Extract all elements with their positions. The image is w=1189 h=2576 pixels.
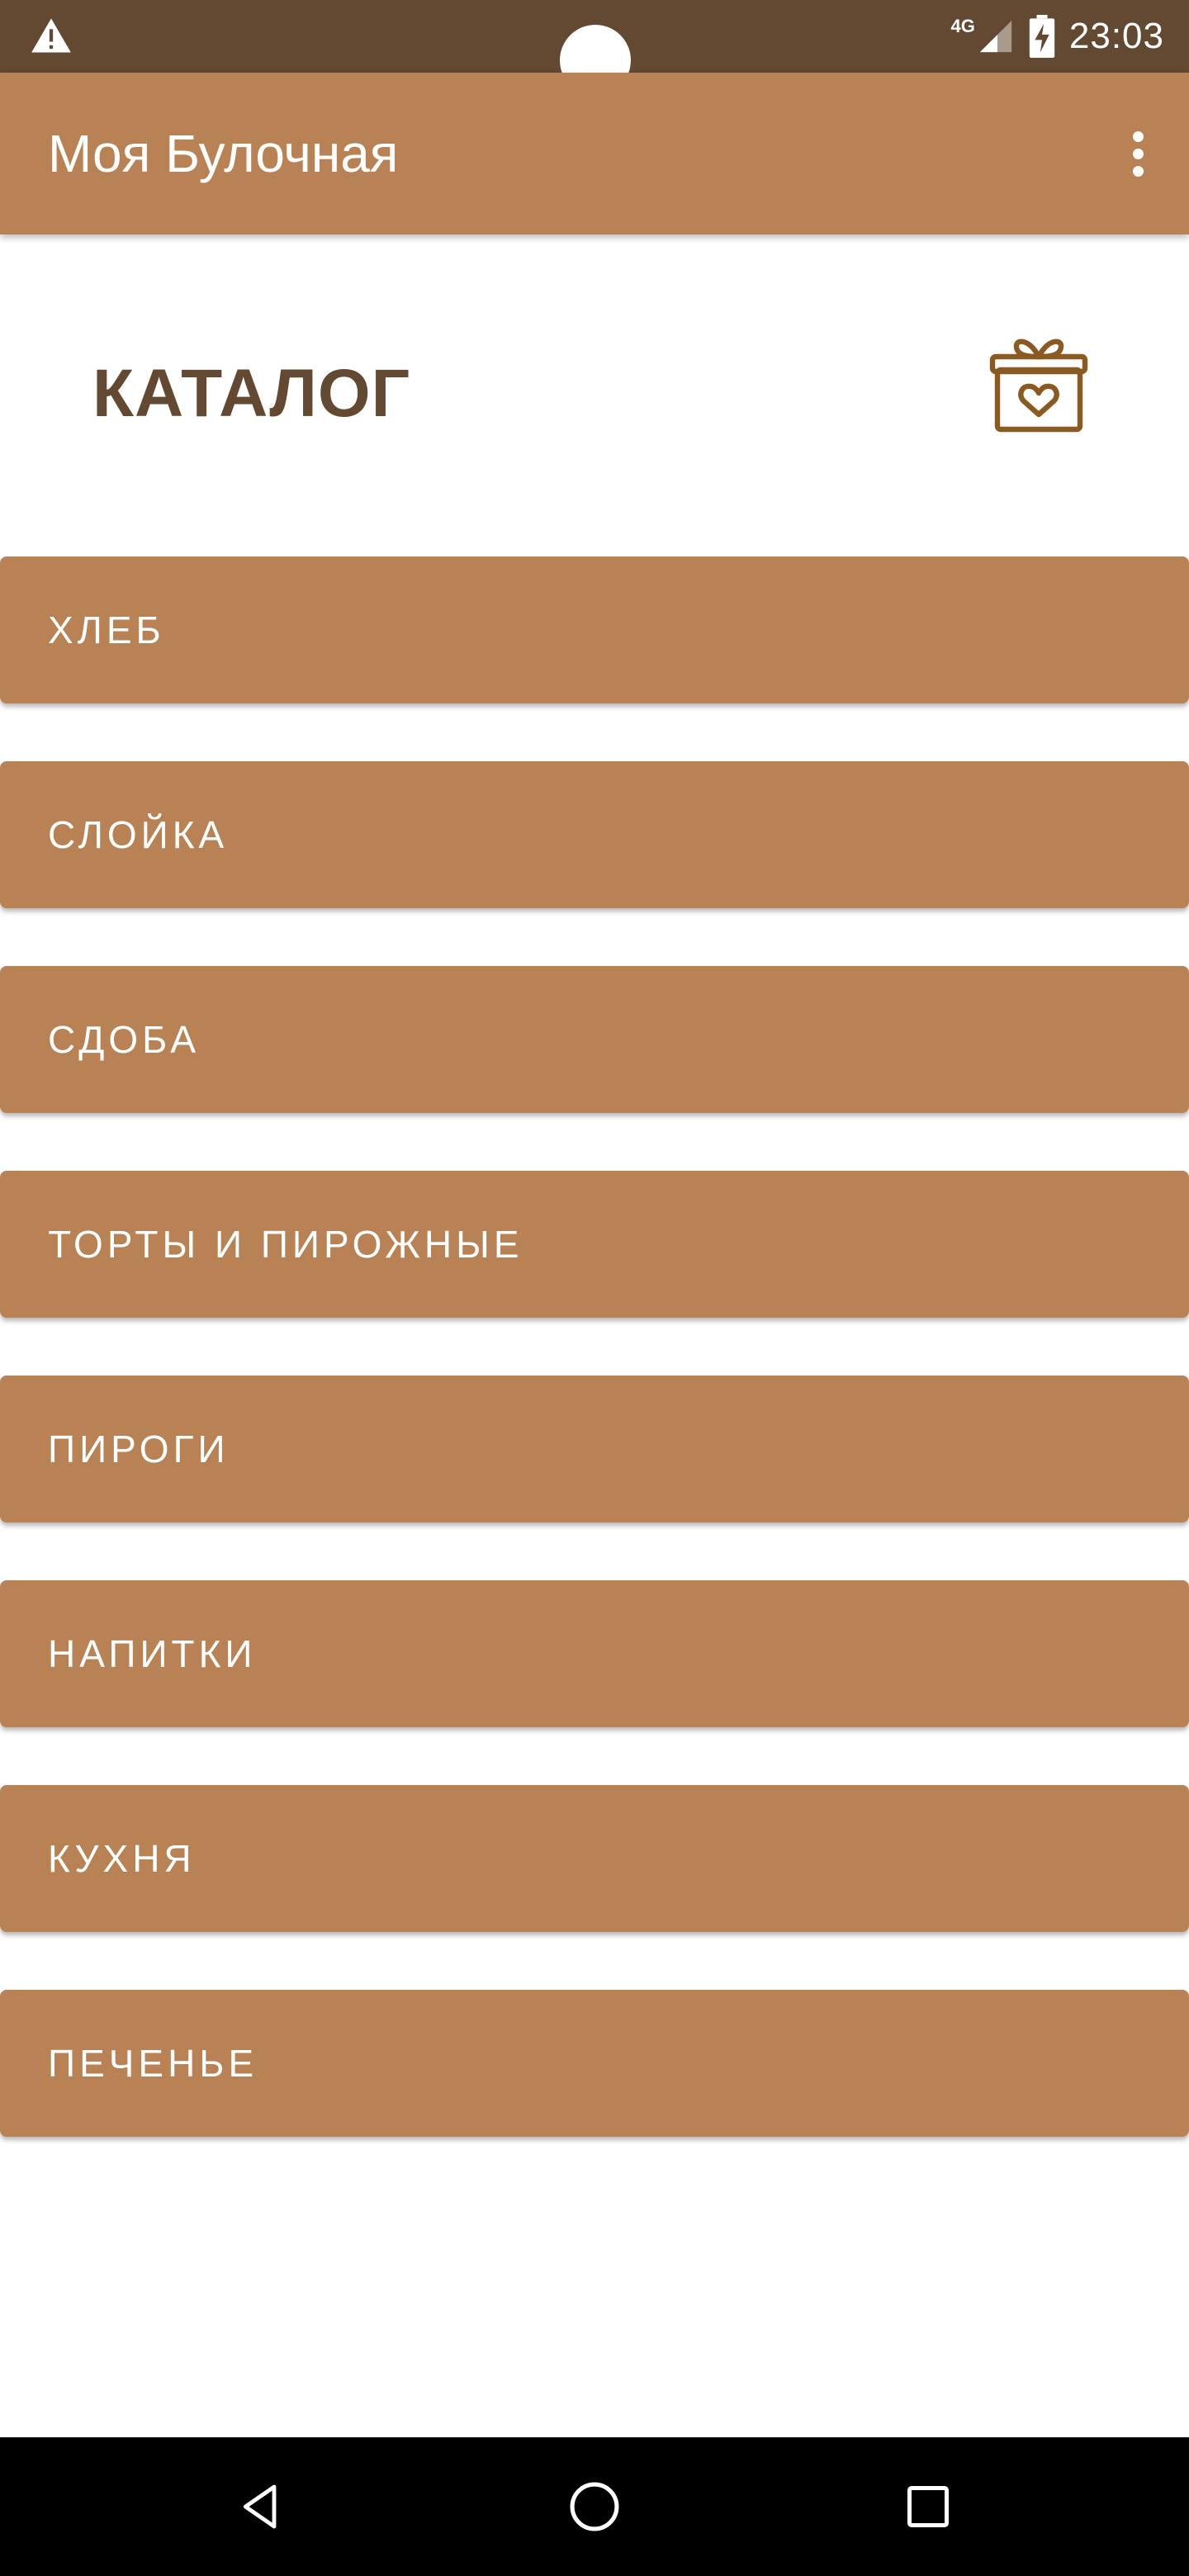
app-title: Моя Булочная <box>48 124 399 183</box>
category-label: ПЕЧЕНЬЕ <box>48 2042 258 2085</box>
navigation-bar <box>0 2437 1189 2576</box>
category-label: ХЛЕБ <box>48 608 165 651</box>
category-button-cakes[interactable]: ТОРТЫ И ПИРОЖНЫЕ <box>0 1171 1189 1318</box>
category-button-puff[interactable]: СЛОЙКА <box>0 761 1189 908</box>
warning-icon <box>31 18 71 53</box>
category-button-cookies[interactable]: ПЕЧЕНЬЕ <box>0 1990 1189 2137</box>
menu-dot <box>1132 130 1144 142</box>
category-button-drinks[interactable]: НАПИТКИ <box>0 1580 1189 1727</box>
status-icons: 4G 23:03 <box>951 0 1164 73</box>
category-label: НАПИТКИ <box>48 1632 257 1675</box>
menu-dot <box>1132 148 1144 159</box>
back-button[interactable] <box>220 2465 302 2548</box>
more-vert-icon[interactable] <box>1108 124 1168 183</box>
app-bar: Моя Булочная <box>0 73 1189 234</box>
category-label: СЛОЙКА <box>48 813 229 856</box>
menu-dot <box>1132 165 1144 177</box>
battery-charging-icon <box>1029 15 1055 58</box>
gift-icon[interactable] <box>989 334 1088 436</box>
category-label: ПИРОГИ <box>48 1428 230 1470</box>
category-button-bread[interactable]: ХЛЕБ <box>0 556 1189 703</box>
category-button-sweet-buns[interactable]: СДОБА <box>0 966 1189 1113</box>
back-icon <box>243 2484 277 2529</box>
network-type: 4G <box>950 16 975 36</box>
signal-icon <box>979 20 1012 53</box>
category-button-kitchen[interactable]: КУХНЯ <box>0 1785 1189 1932</box>
category-label: СДОБА <box>48 1018 201 1061</box>
category-button-pies[interactable]: ПИРОГИ <box>0 1376 1189 1522</box>
recents-icon <box>907 2486 949 2527</box>
page-title: КАТАЛОГ <box>92 356 411 431</box>
category-label: ТОРТЫ И ПИРОЖНЫЕ <box>48 1223 523 1266</box>
home-icon <box>570 2482 619 2531</box>
home-button[interactable] <box>553 2465 636 2548</box>
recents-button[interactable] <box>887 2465 969 2548</box>
category-label: КУХНЯ <box>48 1837 196 1880</box>
status-time: 23:03 <box>1068 16 1164 56</box>
